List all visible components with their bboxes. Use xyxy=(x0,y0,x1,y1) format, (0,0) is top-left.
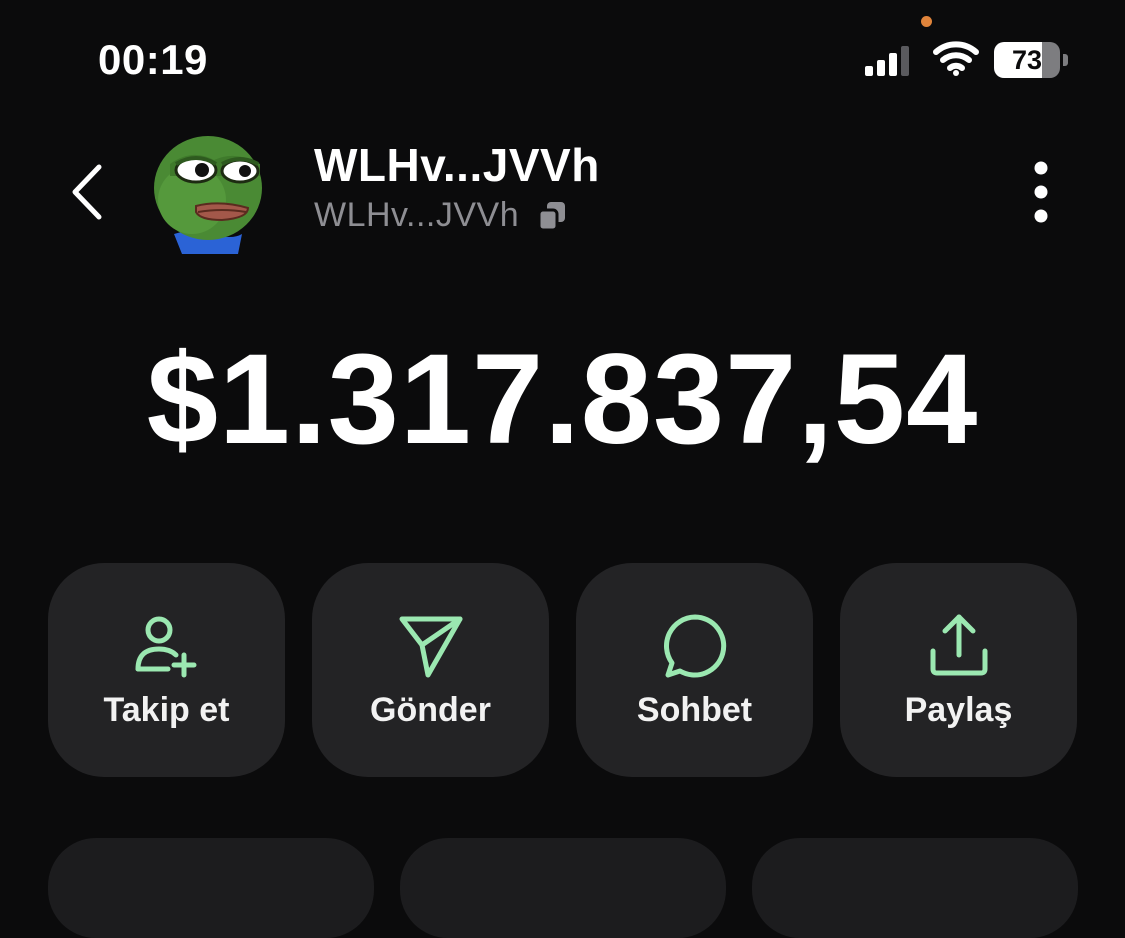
avatar[interactable] xyxy=(152,130,270,254)
balance-amount: $1.317.837,54 xyxy=(146,328,979,471)
back-chevron-icon xyxy=(72,164,102,220)
wallet-display-name: WLHv...JVVh xyxy=(314,139,600,191)
follow-label: Takip et xyxy=(103,691,230,729)
wallet-address: WLHv...JVVh xyxy=(314,196,520,234)
battery-level: 73 xyxy=(994,42,1060,78)
battery-cap xyxy=(1063,54,1068,66)
bottom-card-2[interactable] xyxy=(400,838,726,938)
cellular-signal-icon xyxy=(865,46,909,76)
bottom-card-1[interactable] xyxy=(48,838,374,938)
wifi-icon xyxy=(933,41,979,76)
user-plus-icon xyxy=(135,616,196,678)
privacy-indicator-dot xyxy=(921,16,932,27)
action-buttons: Takip et Gönder Sohbet Paylaş xyxy=(48,563,1078,777)
share-button[interactable]: Paylaş xyxy=(840,563,1077,777)
battery-icon: 73 xyxy=(994,42,1070,78)
share-upload-icon xyxy=(930,614,987,676)
chat-label: Sohbet xyxy=(636,691,753,729)
back-button[interactable] xyxy=(60,160,112,224)
status-time: 00:19 xyxy=(98,36,208,83)
chat-bubble-icon xyxy=(663,614,726,678)
send-label: Gönder xyxy=(370,691,491,729)
follow-button[interactable]: Takip et xyxy=(48,563,285,777)
more-options-button[interactable] xyxy=(1014,152,1068,232)
copy-icon[interactable] xyxy=(537,200,567,232)
address-copy-row[interactable]: WLHv...JVVh xyxy=(314,196,567,235)
more-vertical-icon xyxy=(1034,161,1048,223)
bottom-card-3[interactable] xyxy=(752,838,1078,938)
chat-button[interactable]: Sohbet xyxy=(576,563,813,777)
send-button[interactable]: Gönder xyxy=(312,563,549,777)
share-label: Paylaş xyxy=(904,691,1013,729)
send-icon xyxy=(399,616,462,678)
status-bar: 00:19 73 xyxy=(0,0,1125,110)
